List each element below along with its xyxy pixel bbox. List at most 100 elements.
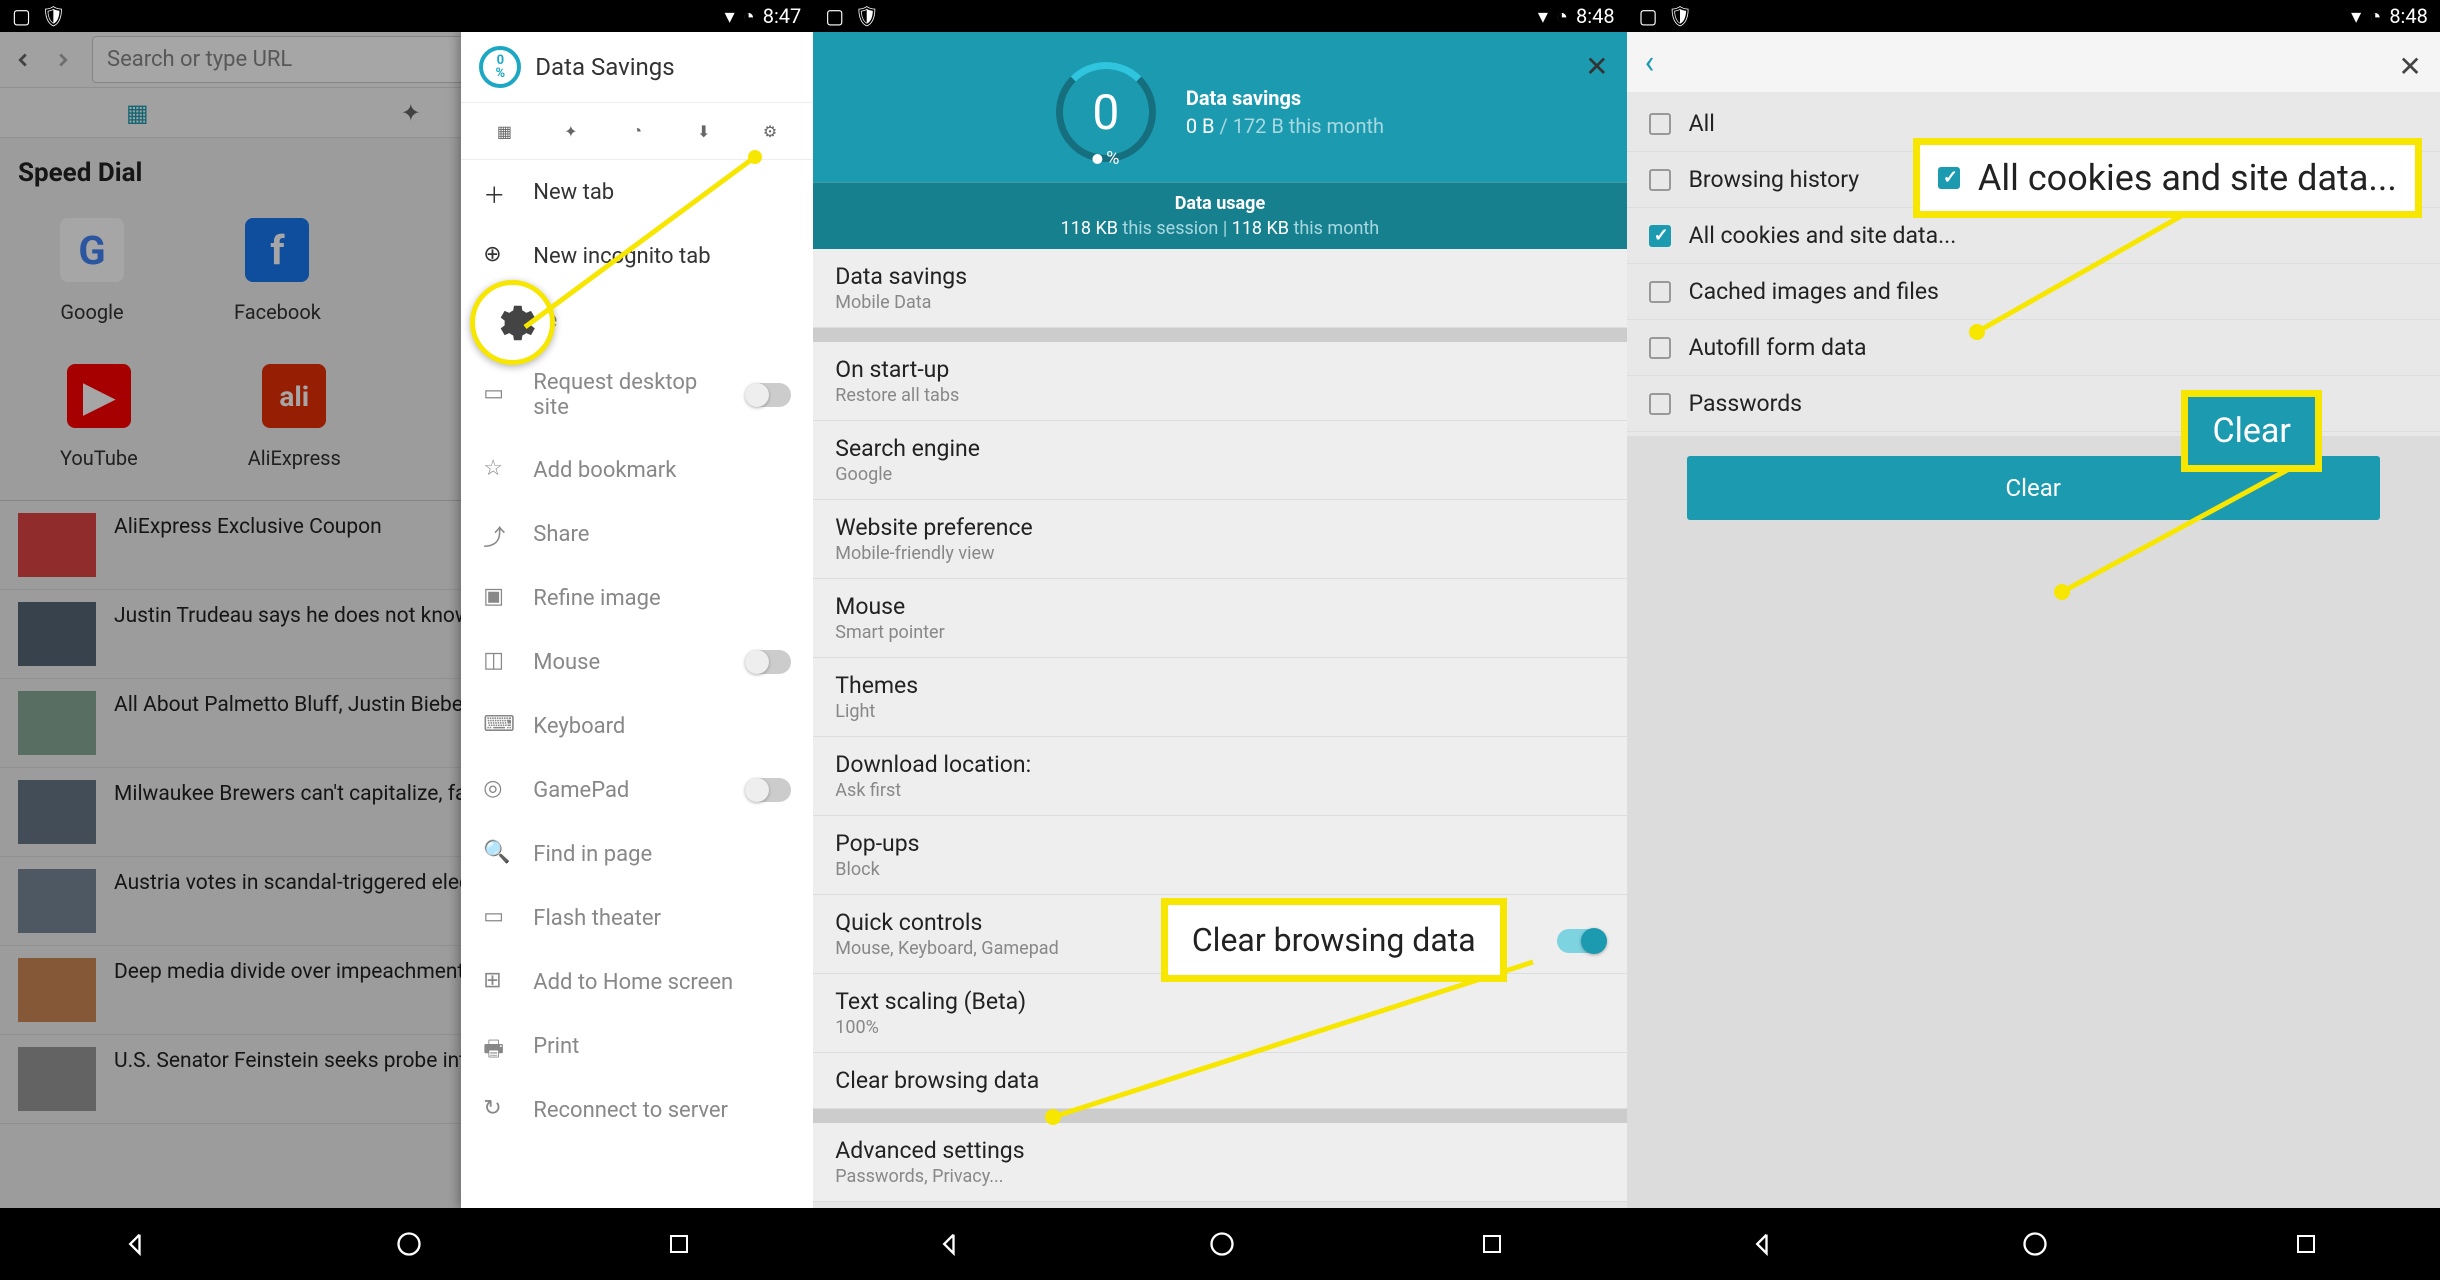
menu-item-icon: ⤴ bbox=[483, 520, 511, 548]
shield-icon: 🛡 bbox=[41, 4, 66, 28]
menu-item-icon: ＋ bbox=[483, 178, 511, 206]
menu-item[interactable]: ◎GamePad bbox=[461, 758, 813, 822]
android-navbar bbox=[1627, 1208, 2440, 1280]
nav-home-icon[interactable] bbox=[1208, 1230, 1236, 1258]
checkbox-checked-icon bbox=[1938, 167, 1960, 189]
panel-2-settings: ▢🛡 ▾◔8:48 ✕ 0 % Data savings 0 B / 172 B… bbox=[813, 0, 1626, 1280]
toggle-switch[interactable] bbox=[745, 650, 791, 674]
gear-icon bbox=[490, 300, 536, 346]
callout-cookies: All cookies and site data... bbox=[1913, 138, 2422, 218]
image-icon: ▢ bbox=[825, 4, 844, 28]
nav-back-icon[interactable] bbox=[1749, 1230, 1777, 1258]
clear-data-option[interactable]: Autofill form data bbox=[1627, 320, 2440, 376]
image-icon: ▢ bbox=[1639, 4, 1658, 28]
nav-recent-icon[interactable] bbox=[2294, 1232, 2318, 1256]
settings-row[interactable]: Search engineGoogle bbox=[813, 421, 1626, 500]
nav-back-icon[interactable] bbox=[936, 1230, 964, 1258]
panel-1-browser-home: ▢ 🛡 ▾ ◔ 8:47 Search or type URL ▦ ✦ ◔ Sp… bbox=[0, 0, 813, 1280]
callout-clear-browsing: Clear browsing data bbox=[1161, 898, 1507, 982]
shield-icon: 🛡 bbox=[854, 4, 879, 28]
settings-row[interactable]: Clear browsing data bbox=[813, 1053, 1626, 1109]
callout-clear: Clear bbox=[2181, 390, 2321, 472]
menu-item-icon: 🖶 bbox=[483, 1032, 511, 1060]
toggle-on[interactable] bbox=[1557, 929, 1605, 953]
nav-recent-icon[interactable] bbox=[1480, 1232, 1504, 1256]
close-icon[interactable]: ✕ bbox=[1585, 50, 1608, 83]
menu-item-icon: ⊞ bbox=[483, 968, 511, 996]
menu-item[interactable]: ▣Refine image bbox=[461, 566, 813, 630]
status-time: 8:47 bbox=[763, 4, 802, 28]
nav-home-icon[interactable] bbox=[395, 1230, 423, 1258]
checkbox[interactable] bbox=[1649, 169, 1671, 191]
clear-data-option[interactable]: Cached images and files bbox=[1627, 264, 2440, 320]
menu-drawer: 0 % Data Savings ▦ ✦ ◔ ⬇ ⚙ ＋New tab⊕New … bbox=[461, 32, 813, 1208]
status-bar: ▢ 🛡 ▾ ◔ 8:48 bbox=[813, 0, 1626, 32]
settings-row[interactable]: Text scaling (Beta)100% bbox=[813, 974, 1626, 1053]
nav-home-icon[interactable] bbox=[2021, 1230, 2049, 1258]
toggle-switch[interactable] bbox=[745, 383, 791, 407]
menu-item[interactable]: 🔍Find in page bbox=[461, 822, 813, 886]
back-chevron-icon[interactable]: ‹ bbox=[1645, 43, 1655, 81]
usage-title: Data usage bbox=[813, 193, 1626, 214]
wifi-icon: ▾ bbox=[1538, 4, 1548, 28]
nav-recent-icon[interactable] bbox=[667, 1232, 691, 1256]
settings-row[interactable]: MouseSmart pointer bbox=[813, 579, 1626, 658]
menu-item-icon: 🔍 bbox=[483, 840, 511, 868]
menu-item-icon: ▭ bbox=[483, 904, 511, 932]
settings-row[interactable]: On start-upRestore all tabs bbox=[813, 342, 1626, 421]
status-time: 8:48 bbox=[2389, 4, 2428, 28]
bookmark-box-icon[interactable]: ✦ bbox=[557, 117, 585, 145]
shield-icon: 🛡 bbox=[1668, 4, 1693, 28]
status-bar: ▢ 🛡 ▾ ◔ 8:47 bbox=[0, 0, 813, 32]
image-icon: ▢ bbox=[12, 4, 31, 28]
menu-item[interactable]: ＋New tab bbox=[461, 160, 813, 224]
download-icon[interactable]: ⬇ bbox=[690, 117, 718, 145]
menu-item[interactable]: ⌨Keyboard bbox=[461, 694, 813, 758]
menu-item[interactable]: ◫Mouse bbox=[461, 630, 813, 694]
menu-item-icon: ☆ bbox=[483, 456, 511, 484]
android-navbar bbox=[0, 1208, 813, 1280]
checkbox[interactable] bbox=[1649, 225, 1671, 247]
menu-item-icon: ◫ bbox=[483, 648, 511, 676]
drawer-title[interactable]: Data Savings bbox=[535, 53, 674, 81]
clock-icon: ◔ bbox=[743, 4, 755, 29]
menu-item[interactable]: 🖶Print bbox=[461, 1014, 813, 1078]
android-navbar bbox=[813, 1208, 1626, 1280]
menu-item[interactable]: ⤴Share bbox=[461, 502, 813, 566]
menu-item-icon: ⌨ bbox=[483, 712, 511, 740]
settings-highlight bbox=[470, 280, 555, 365]
checkbox[interactable] bbox=[1649, 337, 1671, 359]
settings-row[interactable]: Download location:Ask first bbox=[813, 737, 1626, 816]
settings-row[interactable]: Data savingsMobile Data bbox=[813, 249, 1626, 328]
menu-item[interactable]: ⊞Add to Home screen bbox=[461, 950, 813, 1014]
toggle-switch[interactable] bbox=[745, 778, 791, 802]
panel-3-clear-data: ▢🛡 ▾◔8:48 ✕ ‹ AllBrowsing historyAll coo… bbox=[1627, 0, 2440, 1280]
savings-ring: 0 % bbox=[1056, 62, 1156, 162]
menu-item-icon: ▭ bbox=[483, 381, 511, 409]
savings-label: Data savings bbox=[1186, 84, 1384, 112]
menu-item-icon: ◎ bbox=[483, 776, 511, 804]
clock-icon: ◔ bbox=[2369, 4, 2381, 29]
menu-item-icon: ↻ bbox=[483, 1096, 511, 1124]
nav-back-icon[interactable] bbox=[122, 1230, 150, 1258]
menu-item[interactable]: ☆Add bookmark bbox=[461, 438, 813, 502]
checkbox[interactable] bbox=[1649, 393, 1671, 415]
clock-icon: ◔ bbox=[1556, 4, 1568, 29]
data-savings-ring: 0 % bbox=[479, 46, 521, 88]
close-icon[interactable]: ✕ bbox=[2398, 50, 2421, 83]
menu-item[interactable]: ▭Flash theater bbox=[461, 886, 813, 950]
checkbox[interactable] bbox=[1649, 113, 1671, 135]
settings-row[interactable]: Advanced settingsPasswords, Privacy... bbox=[813, 1123, 1626, 1202]
history-icon[interactable]: ◔ bbox=[623, 117, 651, 145]
settings-row[interactable]: Website preferenceMobile-friendly view bbox=[813, 500, 1626, 579]
settings-row[interactable]: ThemesLight bbox=[813, 658, 1626, 737]
menu-item[interactable]: ⊕New incognito tab bbox=[461, 224, 813, 288]
wifi-icon: ▾ bbox=[2351, 4, 2361, 28]
settings-row[interactable]: Pop-upsBlock bbox=[813, 816, 1626, 895]
status-time: 8:48 bbox=[1576, 4, 1615, 28]
tabs-icon[interactable]: ▦ bbox=[490, 117, 518, 145]
menu-item[interactable]: ↻Reconnect to server bbox=[461, 1078, 813, 1142]
checkbox[interactable] bbox=[1649, 281, 1671, 303]
menu-item-icon: ▣ bbox=[483, 584, 511, 612]
settings-icon[interactable]: ⚙ bbox=[756, 117, 784, 145]
